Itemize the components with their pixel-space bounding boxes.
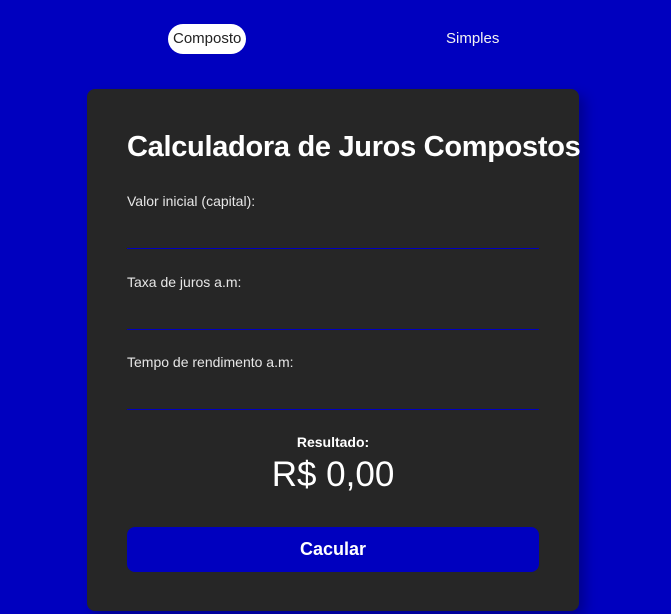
page: Composto Simples Calculadora de Juros Co… [0,0,671,614]
initial-value-label: Valor inicial (capital): [127,193,256,209]
period-input[interactable] [127,380,539,410]
tab-bar: Composto Simples [0,24,671,54]
period-label: Tempo de rendimento a.m: [127,354,294,370]
initial-value-field: Valor inicial (capital): [127,193,539,249]
interest-rate-input[interactable] [127,300,539,330]
result-label: Resultado: [296,434,370,450]
interest-rate-field: Taxa de juros a.m: [127,274,539,330]
tab-simples[interactable]: Simples [441,24,504,54]
initial-value-input[interactable] [127,219,539,249]
calculate-button[interactable]: Cacular [127,527,539,572]
page-title: Calculadora de Juros Compostos [127,131,581,163]
interest-rate-label: Taxa de juros a.m: [127,274,242,290]
period-field: Tempo de rendimento a.m: [127,354,539,410]
result-value: R$ 0,00 [271,455,395,494]
calculator-card: Calculadora de Juros Compostos Valor ini… [87,89,581,611]
tab-composto[interactable]: Composto [168,24,247,54]
